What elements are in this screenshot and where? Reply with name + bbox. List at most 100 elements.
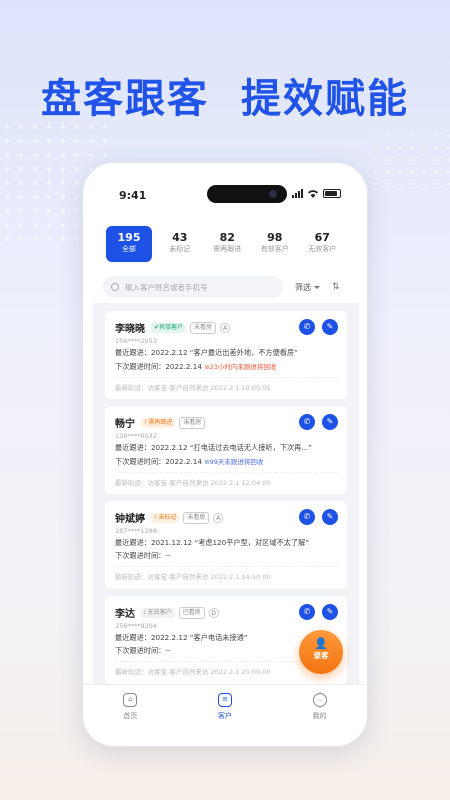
tab-count: 67: [314, 231, 330, 244]
status-badge: i 无效客户: [141, 607, 175, 618]
tab-count: 98: [267, 231, 283, 244]
nav-profile[interactable]: ‥ 我的: [272, 685, 367, 746]
latest-track: 最新轨迹：访客宝-客户自然来访 2022.2.1 10:00:05: [115, 384, 271, 392]
grade-badge: D: [208, 607, 219, 618]
divider: [115, 377, 337, 378]
status-badge: ! 未标记: [151, 512, 180, 523]
tab-all[interactable]: 195 全部: [106, 226, 152, 262]
customer-phone: 187****1298: [115, 527, 157, 535]
nav-customers[interactable]: ≡ 客户: [178, 685, 273, 746]
decorative-dots-right: [370, 130, 450, 190]
next-follow-up: 下次跟进时间：2022.2.14 ⊘99天未跟进将回收: [115, 457, 264, 466]
divider: [115, 472, 337, 473]
visit-badge: 已看房: [178, 606, 205, 619]
battery-icon: [323, 189, 341, 198]
call-button[interactable]: ✆: [299, 319, 315, 335]
tab-label: 全部: [122, 245, 136, 253]
customer-card[interactable]: 李晓晓 ✔有效客户 未看房 A ✆ ✎ 156****2053 最近跟进：202…: [105, 311, 347, 399]
person-add-icon: 👤: [314, 637, 328, 650]
headline-left: 盘客跟客: [41, 76, 210, 122]
card-actions: ✆ ✎: [299, 604, 338, 620]
latest-track: 最新轨迹：访客宝-客户自然来访 2022.2.1 12:04:00: [115, 479, 271, 487]
profile-icon: ‥: [312, 693, 327, 707]
tab-invalid[interactable]: 67 无效客户: [299, 226, 347, 262]
tab-count: 195: [117, 231, 141, 244]
customer-name: 李晓晓: [115, 324, 145, 335]
nav-label: 客户: [218, 712, 232, 720]
visit-badge: 未看房: [190, 321, 217, 334]
add-customer-button[interactable]: 👤 录客: [299, 630, 343, 674]
next-follow-up: 下次跟进时间：--: [115, 551, 171, 560]
bottom-nav: ⌂ 首页 ≡ 客户 ‥ 我的: [83, 684, 367, 746]
tab-unmarked[interactable]: 43 未标记: [156, 226, 204, 262]
info-icon: i: [144, 608, 146, 616]
filter-button[interactable]: 筛选: [295, 282, 320, 293]
tab-follow-up[interactable]: 82 需再跟进: [204, 226, 252, 262]
search-icon: [111, 283, 119, 291]
edit-button[interactable]: ✎: [322, 604, 338, 620]
status-time: 9:41: [119, 189, 147, 202]
last-follow-up: 最近跟进：2022.2.12 “客户最近出差外地，不方便看房”: [115, 348, 298, 357]
alert-icon: !: [144, 418, 147, 426]
call-button[interactable]: ✆: [299, 509, 315, 525]
edit-button[interactable]: ✎: [322, 319, 338, 335]
edit-button[interactable]: ✎: [322, 509, 338, 525]
caret-down-icon: [314, 285, 320, 289]
recycle-info: ⊘99天未跟进将回收: [204, 458, 264, 466]
latest-track: 最新轨迹：访客宝-客户自然来访 2022.2.1 20:00:00: [115, 668, 271, 676]
nav-label: 我的: [312, 712, 327, 720]
nav-label: 首页: [123, 712, 138, 720]
tab-count: 43: [172, 231, 188, 244]
camera-icon: [269, 190, 277, 198]
customer-name: 钟斌婷: [115, 514, 145, 525]
customer-card[interactable]: 钟斌婷 ! 未标记 未看房 A ✆ ✎ 187****1298 最近跟进：202…: [105, 501, 347, 589]
filter-tabs: 195 全部 43 未标记 82 需再跟进 98 有效客户 67 无效客户: [106, 226, 346, 262]
customer-phone: 138****0032: [115, 432, 157, 440]
tab-label: 无效客户: [308, 245, 337, 253]
customer-phone: 156****2053: [115, 337, 157, 345]
call-button[interactable]: ✆: [299, 604, 315, 620]
visit-badge: 未看房: [183, 511, 210, 524]
tab-count: 82: [219, 231, 235, 244]
card-actions: ✆ ✎: [299, 414, 338, 430]
grade-badge: A: [220, 322, 231, 333]
wifi-icon: [308, 190, 318, 198]
search-input[interactable]: 输入客户姓名或者手机号: [103, 276, 283, 298]
tab-label: 需再跟进: [213, 245, 242, 253]
status-badge: ! 需再跟进: [141, 417, 176, 428]
status-bar: 9:41: [83, 185, 367, 205]
divider: [115, 566, 337, 567]
card-actions: ✆ ✎: [299, 509, 338, 525]
customer-phone: 156****9304: [115, 622, 157, 630]
tab-label: 未标记: [169, 245, 191, 253]
visit-badge: 未看房: [179, 416, 206, 429]
last-follow-up: 最近跟进：2021.12.12 “考虑120平户型，对区域不太了解”: [115, 538, 309, 547]
headline-right: 提效赋能: [240, 76, 409, 122]
search-placeholder: 输入客户姓名或者手机号: [125, 282, 208, 292]
status-badge: ✔有效客户: [151, 322, 187, 333]
nav-home[interactable]: ⌂ 首页: [83, 685, 178, 746]
grade-badge: A: [213, 512, 224, 523]
latest-track: 最新轨迹：访客宝-客户自然来访 2022.2.1 14:50:00: [115, 573, 271, 581]
phone-frame: 9:41 195 全部 43 未标记 82 需再跟进 98 有效客户 67 无效…: [82, 162, 368, 747]
edit-button[interactable]: ✎: [322, 414, 338, 430]
sort-icon[interactable]: ⇅: [332, 282, 340, 292]
fab-label: 录客: [313, 651, 329, 660]
tab-label: 有效客户: [260, 245, 289, 253]
customer-card[interactable]: 畅宁 ! 需再跟进 未看房 ✆ ✎ 138****0032 最近跟进：2022.…: [105, 406, 347, 494]
home-icon: ⌂: [123, 693, 138, 707]
customer-icon: ≡: [218, 693, 232, 707]
next-follow-up: 下次跟进时间：2022.2.14 ⊘23小时内未跟进将回收: [115, 362, 277, 371]
tab-valid[interactable]: 98 有效客户: [251, 226, 299, 262]
dynamic-island: [207, 185, 287, 203]
customer-name: 李达: [115, 609, 135, 620]
signal-icon: [292, 189, 303, 198]
promo-headline: 盘客跟客 提效赋能: [0, 66, 450, 124]
last-follow-up: 最近跟进：2022.2.12 “打电话过去电话无人接听，下次再...”: [115, 443, 312, 452]
card-actions: ✆ ✎: [299, 319, 338, 335]
customer-name: 畅宁: [115, 419, 135, 430]
filter-label: 筛选: [295, 282, 311, 292]
search-row: 输入客户姓名或者手机号 筛选 ⇅: [103, 276, 349, 298]
call-button[interactable]: ✆: [299, 414, 315, 430]
system-icons: [292, 189, 341, 198]
